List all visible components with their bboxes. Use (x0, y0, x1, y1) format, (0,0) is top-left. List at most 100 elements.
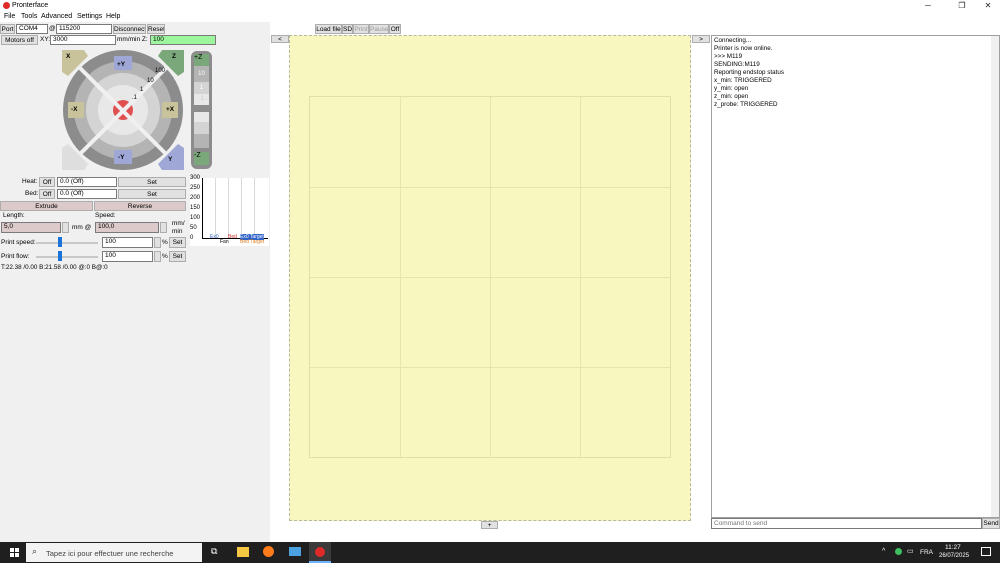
mm-unit-label: mm/ (172, 220, 185, 227)
z-step-1-down[interactable] (194, 122, 209, 134)
extrude-speed-input[interactable]: 100,0 (95, 222, 159, 233)
graph-tick-200: 200 (190, 195, 201, 201)
print-speed-set-button[interactable]: Set (169, 237, 186, 248)
reset-button[interactable]: Reset (147, 24, 165, 34)
length-spinner[interactable] (62, 222, 69, 233)
menu-help[interactable]: Help (106, 13, 120, 20)
log-line: z_min: open (714, 93, 749, 100)
sd-button[interactable]: SD (342, 24, 353, 34)
print-flow-input[interactable]: 100 (102, 251, 153, 262)
disconnect-button[interactable]: Disconnect (113, 24, 146, 34)
taskbar-search-placeholder: Tapez ici pour effectuer une recherche (46, 549, 174, 558)
task-view-icon[interactable]: ⧉ (211, 546, 217, 557)
print-flow-slider-track[interactable] (36, 256, 98, 258)
length-label: Length: (3, 212, 25, 219)
graph-tick-0: 0 (190, 235, 194, 241)
mm-at-label: mm @ (72, 224, 92, 231)
console-log[interactable]: Connecting... Printer is now online. >>>… (711, 35, 1000, 518)
maximize-button[interactable]: ❐ (951, 0, 973, 11)
print-speed-label: Print speed: (1, 239, 36, 246)
collapse-right-button[interactable]: > (692, 35, 710, 43)
tray-chevron-icon[interactable]: ^ (882, 548, 885, 555)
minus-x-button[interactable]: -X (71, 106, 78, 113)
home-z-icon[interactable]: Z (172, 53, 176, 60)
print-flow-spinner[interactable] (154, 251, 161, 262)
heat-temp-select[interactable]: 0.0 (Off) (57, 177, 117, 187)
log-line: Printer is now online. (714, 45, 773, 52)
print-speed-spinner[interactable] (154, 237, 161, 248)
log-scrollbar[interactable] (991, 36, 999, 517)
z-step-01[interactable]: .1 (194, 94, 209, 105)
min-unit-label: min (172, 228, 183, 235)
extrude-button[interactable]: Extrude (0, 201, 93, 211)
close-button[interactable]: ✕ (977, 0, 999, 11)
xy-step-1[interactable]: 1 (140, 87, 143, 93)
plus-z-button[interactable]: +Z (194, 54, 209, 66)
xy-speed-input[interactable]: 3000 (50, 35, 116, 45)
xy-step-01[interactable]: .1 (132, 95, 137, 101)
minus-y-button[interactable]: -Y (118, 154, 125, 161)
clock-date[interactable]: 26/07/2025 (939, 553, 969, 559)
port-select[interactable]: COM4 (16, 24, 48, 34)
windows-start-icon[interactable] (10, 548, 19, 557)
command-input[interactable] (711, 518, 982, 529)
pause-button[interactable]: Pause (369, 24, 389, 34)
speed-label: Speed: (95, 212, 116, 219)
print-speed-slider-thumb[interactable] (57, 237, 62, 247)
log-line: Reporting endstop status (714, 69, 785, 76)
heat-set-button[interactable]: Set (118, 177, 186, 187)
motors-off-button[interactable]: Motors off (1, 35, 38, 45)
print-flow-set-button[interactable]: Set (169, 251, 186, 262)
notifications-icon[interactable] (981, 547, 991, 556)
log-line: Connecting... (714, 37, 752, 44)
port-button[interactable]: Port (0, 24, 15, 34)
plus-x-button[interactable]: +X (166, 106, 174, 113)
home-y-icon[interactable]: Y (168, 156, 172, 163)
send-button[interactable]: Send (982, 518, 1000, 529)
z-step-01-down[interactable] (194, 112, 209, 122)
home-x-icon[interactable]: X (66, 53, 70, 60)
reverse-button[interactable]: Reverse (94, 201, 186, 211)
menu-tools[interactable]: Tools (21, 13, 37, 20)
speed-spinner[interactable] (160, 222, 167, 233)
z-step-1[interactable]: 1 (194, 82, 209, 94)
file-explorer-icon[interactable] (237, 547, 249, 557)
baud-select[interactable]: 115200 (56, 24, 112, 34)
plus-y-button[interactable]: +Y (117, 61, 125, 68)
print-flow-percent: % (162, 253, 168, 260)
legend-ex0: Ex0 (210, 234, 219, 240)
xy-step-100[interactable]: 100 (155, 68, 165, 74)
firefox-icon[interactable] (263, 546, 274, 557)
toggle-bottom-button[interactable]: + (481, 521, 498, 529)
log-line: y_min: open (714, 85, 749, 92)
collapse-left-button[interactable]: < (271, 35, 289, 43)
off-button[interactable]: Off (389, 24, 401, 34)
bed-off-button[interactable]: Off (39, 189, 55, 199)
print-speed-input[interactable]: 100 (102, 237, 153, 248)
remote-desktop-icon[interactable] (289, 547, 301, 556)
graph-tick-250: 250 (190, 185, 201, 191)
extrude-length-input[interactable]: 5,0 (1, 222, 61, 233)
log-line: >>> M119 (714, 53, 743, 60)
network-icon[interactable]: ▭ (907, 547, 914, 555)
minus-z-button[interactable]: -Z (194, 152, 209, 165)
tray-app-icon[interactable] (895, 548, 902, 555)
z-step-10[interactable]: 10 (194, 66, 209, 82)
load-file-button[interactable]: Load file (315, 24, 342, 34)
z-speed-input[interactable]: 100 (150, 35, 216, 45)
menu-file[interactable]: File (4, 13, 15, 20)
print-speed-slider-track[interactable] (36, 242, 98, 244)
minimize-button[interactable]: ─ (917, 0, 939, 11)
heat-off-button[interactable]: Off (39, 177, 55, 187)
build-plate-grid (309, 96, 671, 458)
print-button[interactable]: Print (353, 24, 369, 34)
bed-temp-select[interactable]: 0.0 (Off) (57, 189, 117, 199)
z-step-10-down[interactable] (194, 134, 209, 148)
xy-step-10[interactable]: 10 (147, 78, 154, 84)
language-indicator[interactable]: FRA (920, 549, 933, 556)
menu-advanced[interactable]: Advanced (41, 13, 72, 20)
print-flow-slider-thumb[interactable] (57, 251, 62, 261)
bed-set-button[interactable]: Set (118, 189, 186, 199)
clock-time[interactable]: 11:27 (945, 544, 961, 551)
menu-settings[interactable]: Settings (77, 13, 102, 20)
